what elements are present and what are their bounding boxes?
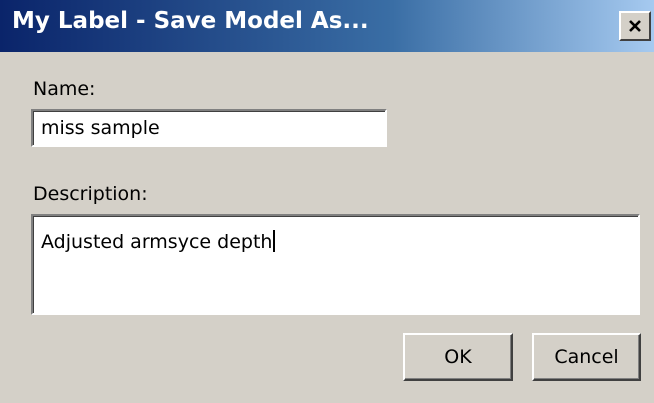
description-label: Description: (33, 183, 148, 205)
description-field[interactable]: Adjusted armsyce depth (31, 214, 640, 315)
cancel-button[interactable]: Cancel (532, 333, 641, 381)
name-field[interactable]: miss sample (31, 109, 387, 147)
name-label: Name: (33, 78, 96, 100)
window-title: My Label - Save Model As... (12, 8, 369, 34)
description-field-value: Adjusted armsyce depth (41, 231, 273, 253)
text-caret (273, 230, 276, 252)
save-model-dialog: My Label - Save Model As... Name: miss s… (0, 0, 654, 403)
close-button[interactable] (619, 11, 651, 41)
title-bar[interactable]: My Label - Save Model As... (0, 0, 654, 52)
description-field-text: Adjusted armsyce depth (41, 230, 276, 253)
close-icon (629, 20, 641, 32)
name-field-value: miss sample (41, 117, 160, 139)
ok-button[interactable]: OK (403, 333, 513, 381)
